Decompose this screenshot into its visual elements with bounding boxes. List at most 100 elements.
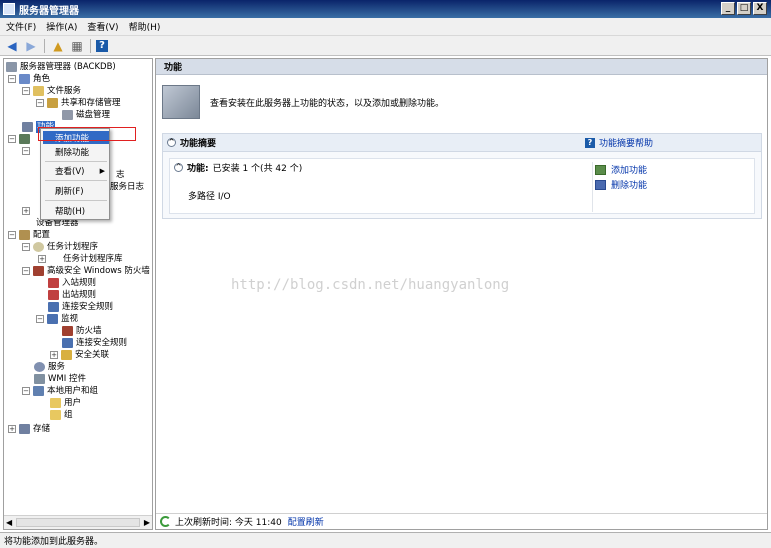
users-groups-icon bbox=[33, 386, 44, 396]
tree-item-roles[interactable]: − 角色 bbox=[8, 73, 50, 85]
tree-item-diagnostics[interactable]: − bbox=[8, 133, 33, 145]
toolbar: ◀ ▶ ▲ ▦ ? bbox=[0, 36, 771, 56]
tree-item-configuration[interactable]: − 配置 bbox=[8, 229, 50, 241]
tree-item-file-services[interactable]: − 文件服务 bbox=[22, 85, 81, 97]
add-features-link[interactable]: 添加功能 bbox=[595, 162, 746, 177]
content-header: 功能 bbox=[156, 59, 767, 75]
collapse-toggle[interactable]: − bbox=[36, 315, 44, 323]
last-refresh-text: 上次刷新时间: 今天 11:40 bbox=[175, 518, 282, 528]
expand-toggle[interactable]: + bbox=[50, 351, 58, 359]
expand-toggle[interactable]: + bbox=[8, 425, 16, 433]
scroll-right-icon[interactable]: ▶ bbox=[144, 518, 150, 527]
disk-icon bbox=[62, 110, 73, 120]
collapse-toggle[interactable]: − bbox=[8, 135, 16, 143]
installed-feature-multipath-io: 多路径 I/O bbox=[188, 192, 231, 202]
horizontal-scrollbar[interactable]: ◀ ▶ bbox=[4, 515, 152, 529]
close-button[interactable]: X bbox=[753, 2, 767, 15]
window-title: 服务器管理器 bbox=[19, 5, 79, 17]
remove-features-icon bbox=[595, 179, 606, 190]
context-menu-remove-features[interactable]: 删除功能 bbox=[43, 145, 109, 158]
back-arrow-icon[interactable]: ◀ bbox=[4, 38, 20, 54]
configure-refresh-link[interactable]: 配置刷新 bbox=[288, 515, 324, 528]
refresh-bar: 上次刷新时间: 今天 11:40 配置刷新 bbox=[156, 513, 767, 529]
toolbar-separator bbox=[90, 38, 91, 53]
window-controls: _ □ X bbox=[721, 2, 767, 15]
tree-item-wmi-control[interactable]: WMI 控件 bbox=[34, 373, 86, 385]
tree-item-event-viewer[interactable]: − bbox=[22, 145, 33, 157]
collapse-toggle[interactable]: − bbox=[22, 387, 30, 395]
up-folder-icon[interactable]: ▲ bbox=[50, 38, 66, 54]
tree-item-share-storage[interactable]: − 共享和存储管理 bbox=[36, 97, 121, 109]
minimize-button[interactable]: _ bbox=[721, 2, 735, 15]
menu-view[interactable]: 查看(V) bbox=[87, 20, 118, 33]
tree-item-users[interactable]: 用户 bbox=[50, 397, 81, 409]
firewall-icon bbox=[33, 266, 44, 276]
tree-item-monitor-firewall[interactable]: 防火墙 bbox=[62, 325, 102, 337]
tree-item-diagnostics-log[interactable]: 志 bbox=[116, 169, 125, 181]
tree-item-services[interactable]: 服务 bbox=[34, 361, 65, 373]
tree-item-reliability[interactable]: + bbox=[22, 205, 33, 217]
collapse-toggle[interactable]: − bbox=[22, 147, 30, 155]
scroll-left-icon[interactable]: ◀ bbox=[6, 518, 12, 527]
tree-item-firewall[interactable]: − 高级安全 Windows 防火墙 bbox=[22, 265, 150, 277]
collapse-toggle[interactable]: − bbox=[8, 75, 16, 83]
server-manager-icon bbox=[3, 3, 15, 15]
context-menu-separator bbox=[45, 200, 107, 201]
tree-item-monitor-connection-security[interactable]: 连接安全规则 bbox=[62, 337, 127, 349]
collapse-toggle[interactable]: − bbox=[22, 87, 30, 95]
summary-title: 功能摘要 bbox=[180, 139, 217, 149]
tree-item-security-associations[interactable]: + 安全关联 bbox=[50, 349, 109, 361]
scroll-thumb[interactable] bbox=[16, 518, 140, 527]
expand-toggle[interactable]: + bbox=[38, 255, 46, 263]
menu-file[interactable]: 文件(F) bbox=[6, 20, 36, 33]
tree-item-inbound-rules[interactable]: 入站规则 bbox=[48, 277, 96, 289]
status-bar: 将功能添加到此服务器。 bbox=[0, 532, 771, 548]
refresh-icon[interactable] bbox=[160, 516, 171, 527]
connection-security-icon bbox=[48, 302, 59, 312]
tree-item-connection-security[interactable]: 连接安全规则 bbox=[48, 301, 113, 313]
context-menu-refresh[interactable]: 刷新(F) bbox=[43, 184, 109, 197]
title-bar: 服务器管理器 _ □ X bbox=[0, 0, 771, 18]
features-label: 功能: bbox=[187, 163, 209, 174]
context-menu: 添加功能 删除功能 查看(V) ▶ 刷新(F) 帮助(H) bbox=[40, 128, 110, 220]
maximize-button[interactable]: □ bbox=[737, 2, 751, 15]
services-icon bbox=[34, 362, 45, 372]
expand-toggle[interactable]: + bbox=[22, 207, 30, 215]
help-icon[interactable]: ? bbox=[96, 39, 108, 52]
context-menu-view[interactable]: 查看(V) ▶ bbox=[43, 164, 109, 177]
collapse-summary-button[interactable]: ^ bbox=[167, 138, 176, 147]
intro-text: 查看安装在此服务器上功能的状态，以及添加或删除功能。 bbox=[210, 98, 445, 109]
collapse-toggle[interactable]: − bbox=[8, 231, 16, 239]
tree-item-local-users-groups[interactable]: − 本地用户和组 bbox=[22, 385, 98, 397]
menu-action[interactable]: 操作(A) bbox=[46, 20, 77, 33]
summary-help-link[interactable]: ? 功能摘要帮助 bbox=[584, 136, 653, 149]
collapse-features-button[interactable]: ^ bbox=[174, 162, 183, 172]
tree-item-groups[interactable]: 组 bbox=[50, 409, 73, 421]
collapse-toggle[interactable]: − bbox=[36, 99, 44, 107]
collapse-toggle[interactable]: − bbox=[22, 267, 30, 275]
show-hide-tree-icon[interactable]: ▦ bbox=[69, 38, 85, 54]
tree-item-task-scheduler[interactable]: − 任务计划程序 bbox=[22, 241, 98, 253]
summary-header: ^ 功能摘要 ? 功能摘要帮助 bbox=[163, 134, 761, 152]
outbound-rules-icon bbox=[48, 290, 59, 300]
features-status-box: ^ 功能: 已安装 1 个(共 42 个) 多路径 I/O 添加功能 删除功能 bbox=[169, 158, 755, 214]
folder-icon bbox=[50, 398, 61, 408]
remove-features-link[interactable]: 删除功能 bbox=[595, 177, 746, 192]
tree-item-storage[interactable]: + 存储 bbox=[8, 423, 50, 435]
menu-help[interactable]: 帮助(H) bbox=[129, 20, 161, 33]
folder-icon bbox=[50, 410, 61, 420]
features-icon bbox=[22, 122, 33, 132]
collapse-toggle[interactable]: − bbox=[22, 243, 30, 251]
tree-item-server-manager[interactable]: 服务器管理器 (BACKDB) bbox=[6, 61, 116, 73]
tree-item-service-log[interactable]: 服务日志 bbox=[110, 181, 144, 193]
tree-item-task-library[interactable]: + 任务计划程序库 bbox=[38, 253, 123, 265]
share-folder-icon bbox=[47, 98, 58, 108]
tree-item-outbound-rules[interactable]: 出站规则 bbox=[48, 289, 96, 301]
tree-item-disk-management[interactable]: 磁盘管理 bbox=[62, 109, 110, 121]
tree-item-monitoring[interactable]: − 监视 bbox=[36, 313, 78, 325]
forward-arrow-icon[interactable]: ▶ bbox=[23, 38, 39, 54]
context-menu-help[interactable]: 帮助(H) bbox=[43, 204, 109, 217]
features-count: 已安装 1 个(共 42 个) bbox=[212, 163, 303, 174]
context-menu-separator bbox=[45, 161, 107, 162]
firewall-icon bbox=[62, 326, 73, 336]
